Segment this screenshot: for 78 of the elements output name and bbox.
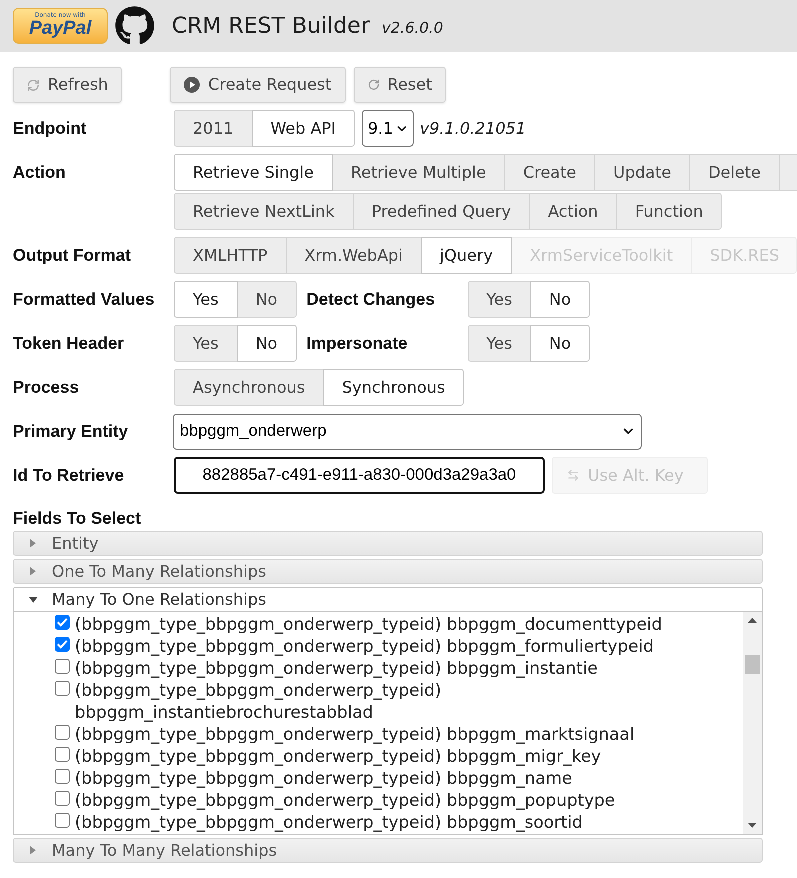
caret-right-icon bbox=[30, 567, 36, 576]
action-button[interactable]: Retrieve Multiple bbox=[332, 154, 506, 191]
github-icon[interactable] bbox=[115, 6, 155, 46]
action-button[interactable]: Retrieve Single bbox=[174, 154, 333, 191]
field-label: (bbpggm_type_bbpggm_onderwerp_typeid) bbpggm_formuliertypeid bbox=[75, 635, 654, 657]
toggle-button[interactable]: Yes bbox=[174, 325, 238, 362]
checkbox[interactable] bbox=[55, 747, 70, 762]
accordion-header[interactable]: Many To Many Relationships bbox=[13, 838, 763, 863]
caret-right-icon bbox=[30, 846, 36, 855]
accordion-header[interactable]: Entity bbox=[13, 531, 763, 556]
scroll-up-arrow-icon[interactable] bbox=[748, 618, 757, 623]
version-label: v2.6.0.0 bbox=[382, 18, 444, 39]
play-circle-icon bbox=[184, 77, 200, 93]
swap-arrows-icon bbox=[567, 469, 580, 482]
caret-right-icon bbox=[30, 539, 36, 548]
accordion-header[interactable]: One To Many Relationships bbox=[13, 559, 763, 584]
form-label: Endpoint bbox=[13, 118, 87, 140]
action-button[interactable]: Function bbox=[616, 193, 722, 230]
field-label: (bbpggm_type_bbpggm_onderwerp_typeid) bbpggm_marktsignaal bbox=[75, 723, 635, 745]
form-label: Token Header bbox=[13, 332, 124, 355]
scroll-down-arrow-icon[interactable] bbox=[748, 823, 757, 828]
toggle-button[interactable]: No bbox=[530, 325, 590, 362]
checkbox[interactable] bbox=[55, 769, 70, 784]
field-label: (bbpggm_type_bbpggm_onderwerp_typeid) bbpggm_instantie bbox=[75, 657, 598, 679]
entity-select[interactable]: bbpggm_onderwerp bbox=[173, 414, 642, 450]
app-title: CRM REST Builder bbox=[172, 12, 370, 40]
section-label: Fields To Select bbox=[13, 508, 142, 530]
checkbox[interactable] bbox=[55, 791, 70, 806]
toggle-button[interactable]: No bbox=[236, 325, 297, 362]
process-button[interactable]: Asynchronous bbox=[174, 369, 324, 406]
process-button[interactable]: Synchronous bbox=[323, 369, 464, 406]
toolbar-button[interactable]: Reset bbox=[354, 67, 446, 103]
endpoint-button[interactable]: Web API bbox=[252, 110, 355, 147]
checkbox[interactable] bbox=[55, 637, 70, 652]
toolbar-button[interactable]: Create Request bbox=[170, 67, 346, 103]
checkbox[interactable] bbox=[55, 725, 70, 740]
version-select[interactable]: 9.1 bbox=[362, 110, 414, 147]
rotate-arrow-icon bbox=[368, 79, 380, 91]
toggle-button[interactable]: No bbox=[530, 281, 590, 318]
toggle-button[interactable]: Yes bbox=[468, 325, 532, 362]
endpoint-button[interactable]: 2011 bbox=[174, 110, 253, 147]
toggle-button[interactable]: No bbox=[236, 281, 297, 318]
checkbox[interactable] bbox=[55, 813, 70, 828]
form-label: Detect Changes bbox=[306, 288, 436, 311]
action-button[interactable]: Delete bbox=[689, 154, 780, 191]
field-label: (bbpggm_type_bbpggm_onderwerp_typeid) bbpggm_popuptype bbox=[75, 789, 616, 811]
form-label: Output Format bbox=[13, 244, 132, 267]
field-label: (bbpggm_type_bbpggm_onderwerp_typeid) bbpggm_documenttypeid bbox=[75, 613, 662, 635]
format-button[interactable]: jQuery bbox=[420, 237, 512, 274]
field-label: (bbpggm_type_bbpggm_onderwerp_typeid) bbpggm_migr_key bbox=[75, 745, 602, 767]
field-label: (bbpggm_type_bbpggm_onderwerp_typeid) bbpggm_name bbox=[75, 767, 572, 789]
form-label: Impersonate bbox=[306, 332, 408, 355]
form-label: Action bbox=[13, 162, 66, 184]
field-label: (bbpggm_type_bbpggm_onderwerp_typeid) bbpggm_soortid bbox=[75, 811, 583, 833]
scrollbar-thumb[interactable] bbox=[745, 655, 760, 674]
format-button[interactable]: Xrm.WebApi bbox=[286, 237, 422, 274]
caret-down-icon bbox=[28, 596, 38, 602]
checkbox[interactable] bbox=[55, 615, 70, 630]
form-label: Formatted Values bbox=[13, 288, 155, 311]
form-label: Id To Retrieve bbox=[13, 464, 124, 487]
form-label: Primary Entity bbox=[13, 420, 128, 443]
action-button[interactable]: Action bbox=[529, 193, 618, 230]
checkbox[interactable] bbox=[55, 681, 70, 696]
toggle-button[interactable]: Yes bbox=[468, 281, 532, 318]
action-button[interactable]: Update bbox=[594, 154, 690, 191]
action-button[interactable]: Create bbox=[504, 154, 596, 191]
toggle-button[interactable]: Yes bbox=[174, 281, 238, 318]
checkbox[interactable] bbox=[55, 659, 70, 674]
format-button[interactable]: XMLHTTP bbox=[174, 237, 287, 274]
action-button[interactable]: Predefined Query bbox=[352, 193, 530, 230]
field-label: (bbpggm_type_bbpggm_onderwerp_typeid) bbpggm_instantiebrochurestabblad bbox=[75, 679, 443, 723]
form-label: Process bbox=[13, 376, 80, 399]
version-label: v9.1.0.21051 bbox=[420, 118, 526, 140]
refresh-icon bbox=[27, 78, 40, 92]
action-button[interactable]: Retrieve NextLink bbox=[174, 193, 354, 230]
toolbar-button[interactable]: Refresh bbox=[13, 67, 122, 103]
id-field[interactable]: 882885a7-c491-e911-a830-000d3a29a3a0 bbox=[174, 457, 545, 494]
accordion-header[interactable]: Many To One Relationships bbox=[13, 587, 763, 612]
